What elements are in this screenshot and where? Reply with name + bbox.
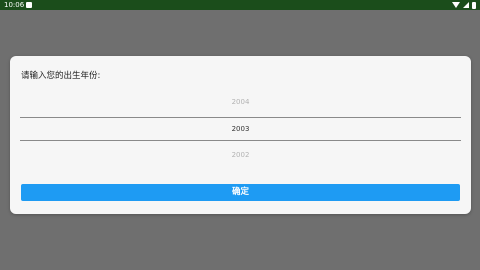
signal-icon xyxy=(463,2,469,8)
picker-item-selected[interactable]: 2003 xyxy=(20,125,461,133)
battery-icon xyxy=(472,1,476,9)
notification-icon xyxy=(26,2,32,8)
picker-item-above[interactable]: 2004 xyxy=(20,98,461,106)
birth-year-dialog: 请输入您的出生年份: 2004 2003 2002 确定 xyxy=(10,56,471,214)
status-icons xyxy=(452,0,476,10)
picker-divider-top xyxy=(20,117,461,118)
status-time: 10:06 xyxy=(4,1,25,9)
year-picker[interactable]: 2004 2003 2002 xyxy=(20,92,461,170)
status-bar: 10:06 xyxy=(0,0,480,10)
confirm-button[interactable]: 确定 xyxy=(21,184,460,201)
picker-item-below[interactable]: 2002 xyxy=(20,151,461,159)
picker-divider-bottom xyxy=(20,140,461,141)
wifi-icon xyxy=(452,2,460,8)
dialog-prompt: 请输入您的出生年份: xyxy=(21,71,101,81)
